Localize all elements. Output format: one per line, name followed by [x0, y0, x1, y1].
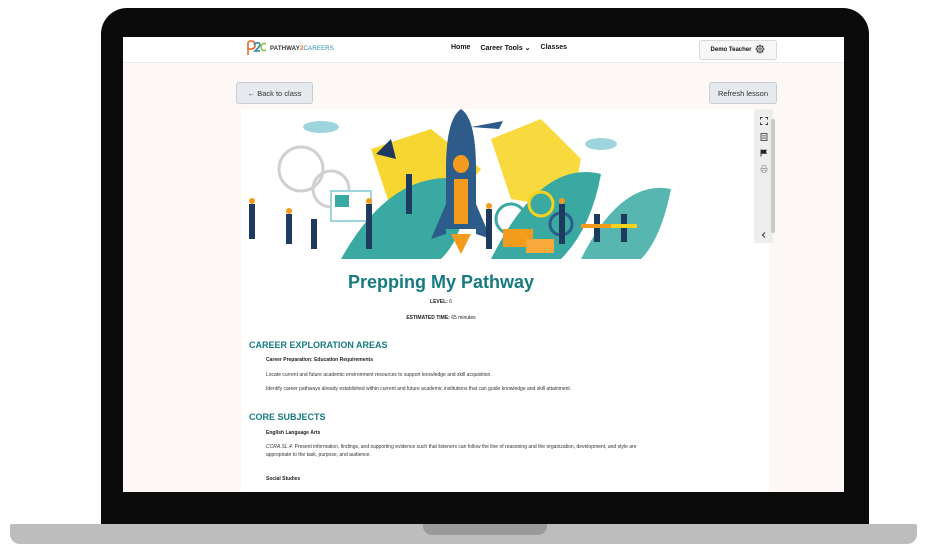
chevron-left-icon[interactable] — [760, 231, 768, 239]
gear-icon — [755, 44, 765, 56]
refresh-lesson-button[interactable]: Refresh lesson — [709, 82, 777, 104]
lesson-level: LEVEL: 6 — [430, 299, 452, 305]
ela-paragraph: CCRA.SL.4: Present information, findings… — [266, 444, 637, 458]
logo[interactable]: PATHWAY2CAREERS — [246, 40, 334, 57]
lesson-content: Prepping My Pathway LEVEL: 6 ESTIMATED T… — [241, 109, 769, 492]
core-subjects-heading: CORE SUBJECTS — [249, 412, 326, 422]
top-navbar: PATHWAY2CAREERS Home Career Tools ⌄ Clas… — [123, 37, 844, 63]
career-prep-p1: Locate current and future academic envir… — [266, 372, 492, 378]
laptop-notch — [423, 524, 547, 535]
lesson-hero-illustration — [241, 109, 769, 271]
document-icon[interactable] — [760, 133, 768, 141]
ela-subheading: English Language Arts — [266, 430, 321, 436]
nav-home[interactable]: Home — [451, 44, 470, 52]
user-name: Demo Teacher — [710, 47, 752, 53]
print-icon[interactable] — [760, 165, 768, 173]
content-scrollbar[interactable] — [771, 119, 775, 233]
career-exploration-heading: CAREER EXPLORATION AREAS — [249, 340, 388, 350]
lesson-title: Prepping My Pathway — [347, 272, 535, 292]
back-to-class-button[interactable]: ← Back to class — [236, 82, 313, 104]
flag-icon[interactable] — [760, 149, 768, 157]
app-screen: PATHWAY2CAREERS Home Career Tools ⌄ Clas… — [123, 37, 844, 492]
lesson-time: ESTIMATED TIME: 65 minutes — [406, 315, 476, 321]
nav-classes[interactable]: Classes — [541, 44, 567, 52]
logo-mark-icon — [246, 40, 267, 57]
nav-career-tools[interactable]: Career Tools ⌄ — [480, 44, 530, 52]
logo-text: PATHWAY2CAREERS — [270, 45, 334, 52]
social-studies-subheading: Social Studies — [266, 476, 301, 482]
fullscreen-icon[interactable] — [760, 117, 768, 125]
career-prep-p2: Identify career pathways already establi… — [266, 386, 572, 392]
user-menu-button[interactable]: Demo Teacher — [699, 40, 777, 60]
career-prep-subheading: Career Preparation: Education Requiremen… — [266, 357, 373, 363]
main-nav: Home Career Tools ⌄ Classes — [451, 44, 567, 52]
